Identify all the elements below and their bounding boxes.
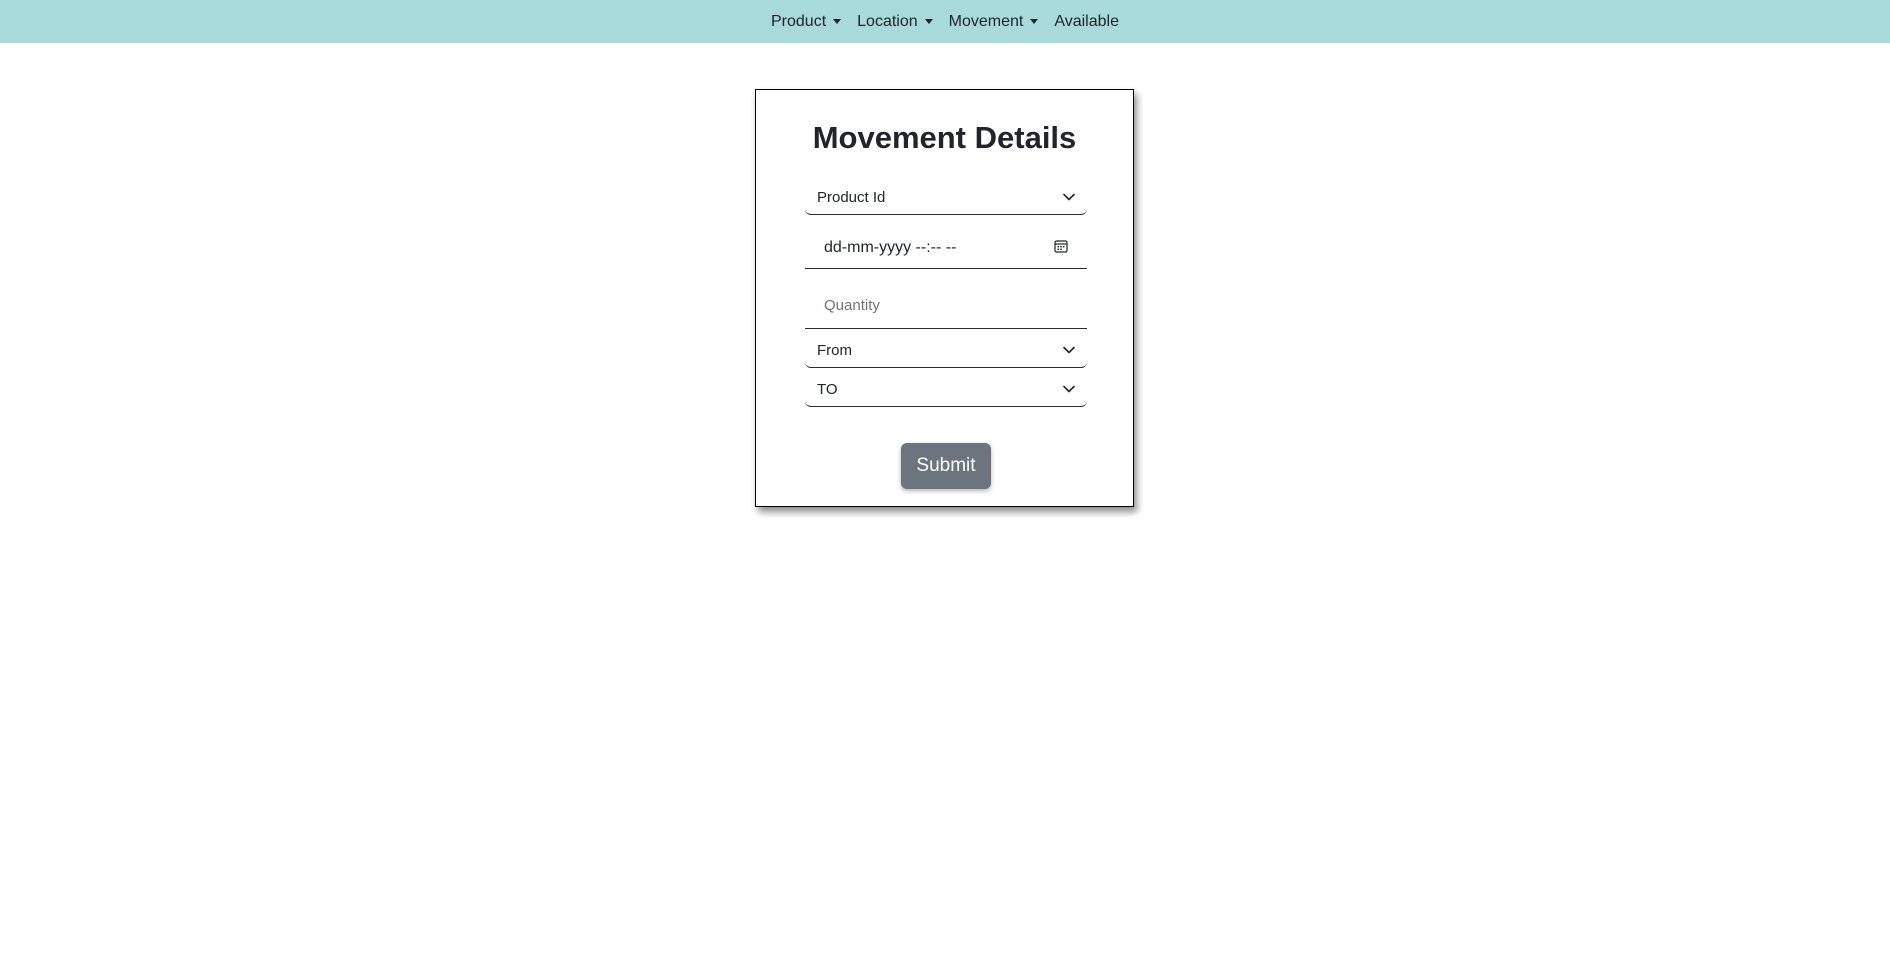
nav-movement-label: Movement <box>948 12 1024 30</box>
nav-product-dropdown[interactable]: Product <box>771 12 842 31</box>
caret-down-icon <box>833 19 842 24</box>
calendar-icon[interactable] <box>1054 239 1068 257</box>
submit-button[interactable]: Submit <box>901 443 991 489</box>
product-id-select[interactable]: Product Id <box>805 180 1087 215</box>
nav-available-label: Available <box>1054 12 1119 30</box>
chevron-down-icon <box>1063 385 1075 393</box>
movement-form-card: Movement Details Product Id dd-mm-yyyy -… <box>755 89 1134 507</box>
to-select-value: TO <box>817 380 838 398</box>
datetime-input[interactable]: dd-mm-yyyy --:-- -- <box>805 227 1087 269</box>
from-select-value: From <box>817 341 852 359</box>
quantity-input[interactable]: Quantity <box>805 283 1087 329</box>
top-navbar: Product Location Movement Available <box>0 0 1890 43</box>
chevron-down-icon <box>1063 346 1075 354</box>
nav-product-label: Product <box>771 12 827 30</box>
nav-available-link[interactable]: Available <box>1054 13 1119 31</box>
nav-movement-dropdown[interactable]: Movement <box>949 13 1039 31</box>
product-id-select-value: Product Id <box>817 188 886 206</box>
to-select[interactable]: TO <box>805 372 1087 407</box>
chevron-down-icon <box>1063 193 1075 201</box>
quantity-placeholder: Quantity <box>824 297 880 314</box>
caret-down-icon <box>924 19 933 24</box>
form-title: Movement Details <box>812 120 1077 155</box>
nav-location-label: Location <box>857 12 918 30</box>
nav-location-dropdown[interactable]: Location <box>857 13 933 31</box>
from-select[interactable]: From <box>805 333 1087 368</box>
caret-down-icon <box>1030 19 1039 24</box>
datetime-input-value: dd-mm-yyyy --:-- -- <box>824 238 957 256</box>
